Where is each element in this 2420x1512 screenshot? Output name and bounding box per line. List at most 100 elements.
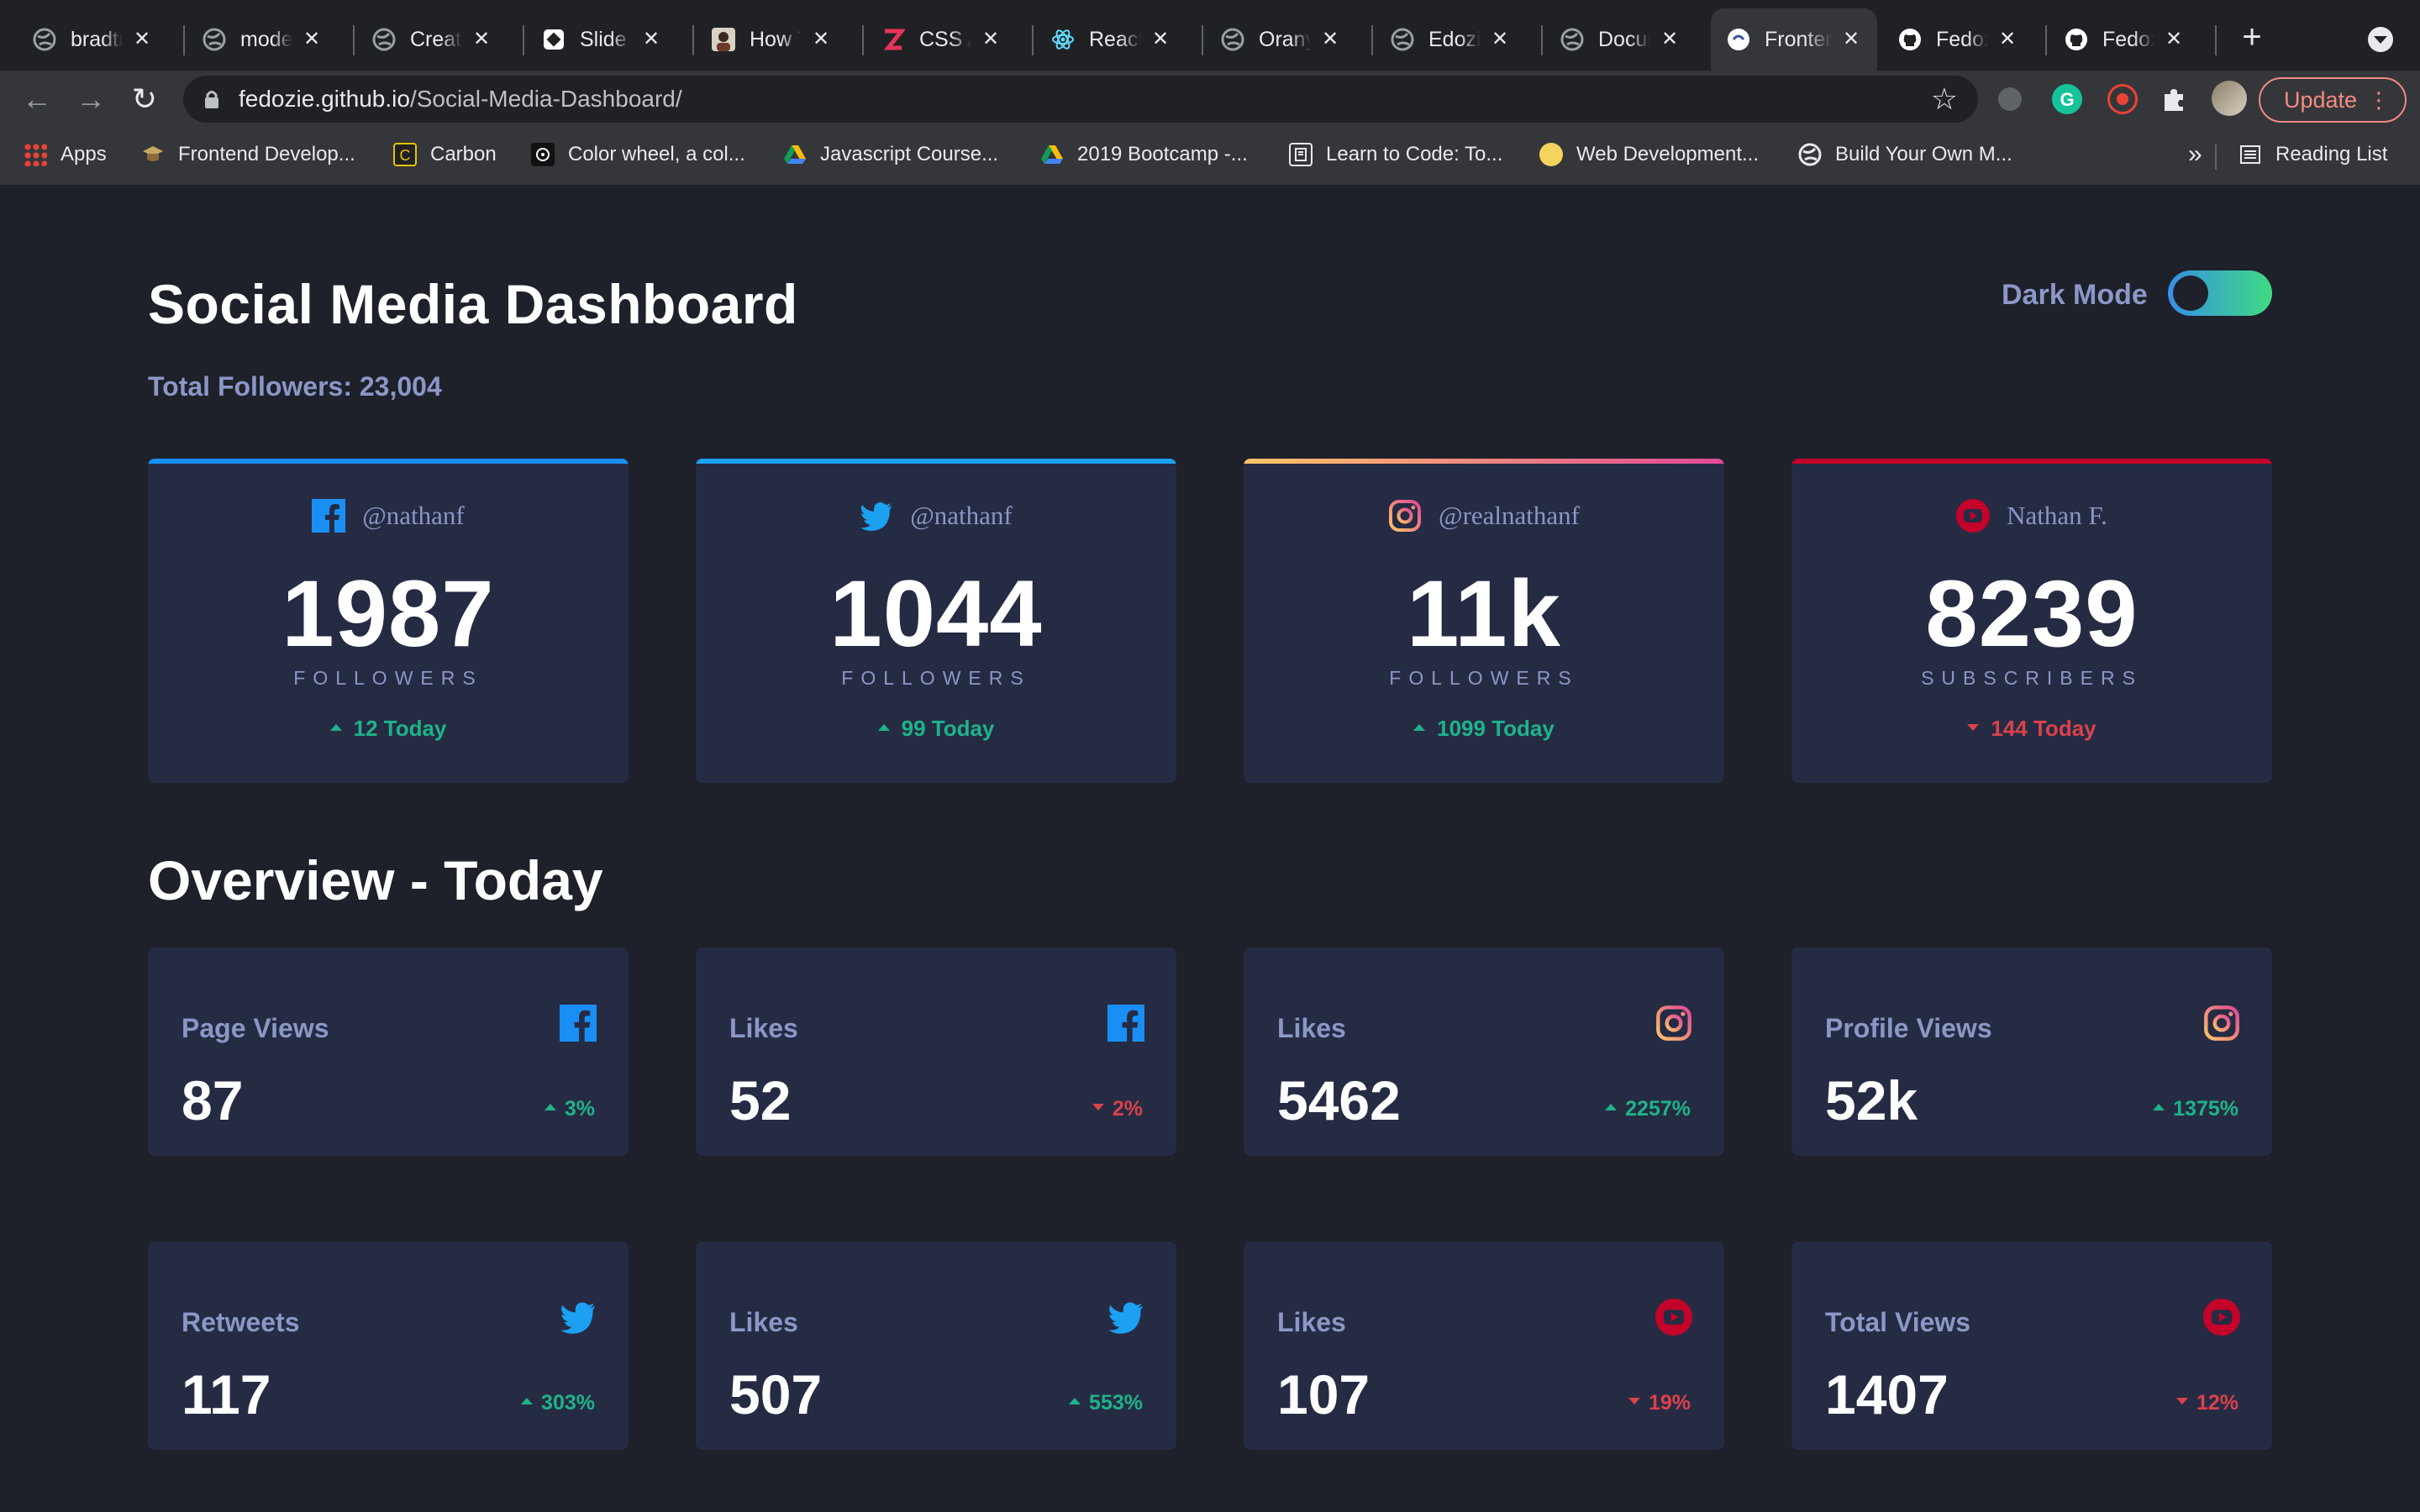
tab-7[interactable]: Oranye ✕ (1205, 8, 1356, 71)
arrow-up-icon (877, 724, 890, 732)
bookmark-apps[interactable]: Apps (24, 138, 107, 171)
react-icon (1050, 27, 1076, 52)
close-icon[interactable]: ✕ (2163, 29, 2185, 50)
tab-search-chevron-icon[interactable] (2368, 27, 2393, 52)
bookmark-build-your-own[interactable]: Build Your Own M... (1798, 138, 2012, 171)
tab-2[interactable]: Creating ✕ (356, 8, 508, 71)
close-icon[interactable]: ✕ (301, 29, 323, 50)
address-bar[interactable]: fedozie.github.io/Social-Media-Dashboard… (183, 76, 1978, 123)
total-followers: Total Followers: 23,004 (148, 371, 442, 402)
close-icon[interactable]: ✕ (131, 29, 153, 50)
close-icon[interactable]: ✕ (640, 29, 662, 50)
close-icon[interactable]: ✕ (1489, 29, 1511, 50)
reading-list-button[interactable]: Reading List (2238, 138, 2387, 171)
follower-count: 1044 (829, 561, 1043, 666)
instagram-icon (1389, 500, 1422, 532)
youtube-icon (1655, 1299, 1692, 1336)
arrow-up-icon (1413, 724, 1426, 732)
tab-separator (523, 25, 524, 55)
tab-8[interactable]: Edozie ✕ (1375, 8, 1526, 71)
bookmark-javascript-course[interactable]: Javascript Course... (783, 138, 998, 171)
overview-value: 107 (1277, 1363, 1370, 1425)
bookmarks-overflow-chevron[interactable]: » (2188, 138, 2202, 171)
tab-1[interactable]: modern ✕ (187, 8, 338, 71)
close-icon[interactable]: ✕ (471, 29, 492, 50)
bookmark-learn-to-code[interactable]: Learn to Code: To... (1289, 138, 1502, 171)
svg-text:C: C (400, 147, 411, 164)
svg-text:G: G (2060, 89, 2074, 110)
follower-count: 11k (1407, 561, 1561, 666)
github-icon (1897, 27, 1923, 52)
dark-mode-label: Dark Mode (2002, 279, 2148, 311)
tab-separator (2045, 25, 2047, 55)
overview-card-facebook-likes: Likes 52 2% (696, 948, 1176, 1156)
record-icon[interactable] (2107, 84, 2138, 114)
youtube-icon (2203, 1299, 2240, 1336)
puzzle-extensions-icon[interactable] (2160, 84, 2190, 114)
browser-chrome: bradtraversy ✕ modern ✕ Creating ✕ Slide… (0, 0, 2420, 185)
arrow-down-icon (1967, 724, 1980, 732)
follower-unit: FOLLOWERS (841, 667, 1031, 689)
bookmark-bootcamp[interactable]: 2019 Bootcamp -... (1040, 138, 1248, 171)
url-text[interactable]: fedozie.github.io/Social-Media-Dashboard… (239, 86, 682, 113)
card-handle-row: @nathanf (148, 499, 629, 533)
daily-change: 99 Today (696, 716, 1176, 742)
tab-3[interactable]: Slide S ✕ (526, 8, 677, 71)
tab-separator (692, 25, 694, 55)
tab-10-active[interactable]: Frontend ✕ (1711, 8, 1877, 71)
tab-6[interactable]: React ✕ (1035, 8, 1186, 71)
bookmark-colorwheel[interactable]: Color wheel, a col... (531, 138, 745, 171)
dashboard-page: Social Media Dashboard Total Followers: … (0, 185, 2420, 1512)
close-icon[interactable]: ✕ (1319, 29, 1341, 50)
browser-toolbar: ← → ↻ fedozie.github.io/Social-Media-Das… (0, 71, 2420, 126)
card-handle-row: Nathan F. (1791, 499, 2272, 533)
close-icon[interactable]: ✕ (980, 29, 1002, 50)
globe-icon (32, 27, 57, 52)
colorwheel-icon (531, 143, 555, 166)
overview-label: Likes (1277, 1013, 1346, 1043)
grammarly-icon[interactable]: G (2052, 84, 2082, 114)
overview-change: 1375% (2153, 1097, 2238, 1121)
tab-11[interactable]: Fedozie ✕ (1882, 8, 2033, 71)
close-icon[interactable]: ✕ (810, 29, 832, 50)
twitter-icon (1108, 1302, 1143, 1334)
close-icon[interactable]: ✕ (1150, 29, 1171, 50)
bookmark-web-development[interactable]: Web Development... (1539, 138, 1759, 171)
tab-9[interactable]: Document ✕ (1544, 8, 1696, 71)
update-button[interactable]: Update ⋮ (2259, 77, 2407, 123)
close-icon[interactable]: ✕ (1996, 29, 2018, 50)
account-handle: @nathanf (362, 501, 465, 530)
tab-separator (1541, 25, 1543, 55)
tab-0[interactable]: bradtraversy ✕ (17, 8, 168, 71)
account-handle: @realnathanf (1439, 501, 1580, 530)
bookmark-star-icon[interactable]: ☆ (1931, 82, 1958, 116)
twitter-icon (560, 1302, 595, 1334)
reload-icon[interactable]: ↻ (128, 82, 161, 116)
overview-change: 2% (1092, 1097, 1143, 1121)
more-vert-icon[interactable]: ⋮ (2368, 79, 2390, 121)
new-tab-button[interactable]: + (2235, 20, 2269, 54)
close-icon[interactable]: ✕ (1840, 29, 1862, 50)
tab-strip: bradtraversy ✕ modern ✕ Creating ✕ Slide… (0, 0, 2420, 71)
overview-change: 2257% (1605, 1097, 1691, 1121)
overview-label: Total Views (1825, 1307, 1971, 1337)
tab-5[interactable]: CSS Animation ✕ (865, 8, 1017, 71)
extension-icon[interactable] (1998, 87, 2022, 111)
dark-mode-toggle[interactable] (2168, 270, 2272, 316)
tab-separator (183, 25, 185, 55)
close-icon[interactable]: ✕ (1659, 29, 1681, 50)
bookmark-carbon[interactable]: C Carbon (393, 138, 497, 171)
tab-separator (353, 25, 355, 55)
account-handle: @nathanf (910, 501, 1013, 530)
bookmark-frontend[interactable]: Frontend Develop... (141, 138, 355, 171)
tab-4[interactable]: How To ✕ (696, 8, 847, 71)
profile-avatar[interactable] (2212, 81, 2247, 116)
back-arrow-icon[interactable]: ← (20, 82, 54, 116)
overview-card-instagram-profile-views: Profile Views 52k 1375% (1791, 948, 2272, 1156)
arrow-up-icon (329, 724, 342, 732)
forward-arrow-icon[interactable]: → (74, 82, 108, 116)
tab-12[interactable]: Fedozie ✕ (2049, 8, 2200, 71)
globe-icon (1798, 143, 1822, 166)
book-icon (1289, 143, 1313, 166)
card-accent-bar (696, 459, 1176, 464)
